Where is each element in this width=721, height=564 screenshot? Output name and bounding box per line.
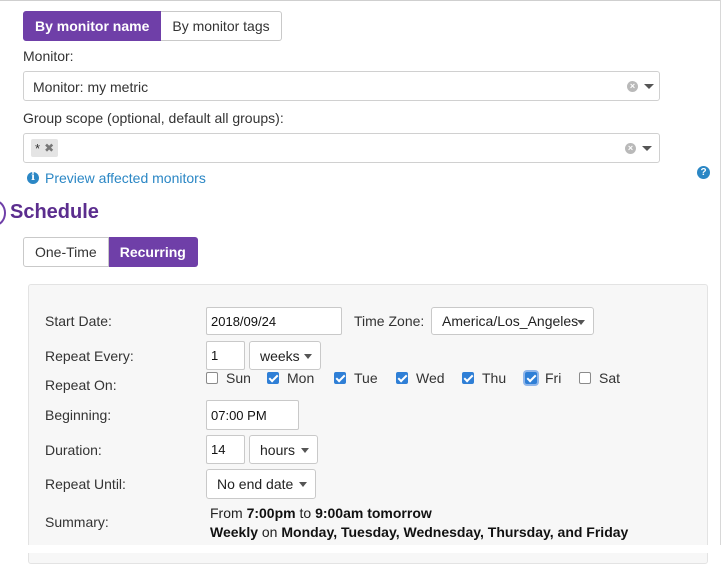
preview-affected-monitors-link[interactable]: i Preview affected monitors (27, 170, 206, 186)
step-number-circle (0, 200, 6, 226)
scope-tag: * ✖ (31, 139, 59, 157)
beginning-label: Beginning: (45, 407, 112, 423)
monitor-select-value: Monitor: my metric (33, 79, 149, 95)
wed-checkbox[interactable] (396, 372, 408, 384)
repeat-every-input[interactable]: 1 (206, 341, 245, 370)
chevron-down-icon[interactable] (642, 146, 652, 151)
summary-to: to (299, 505, 312, 521)
chevron-down-icon (304, 354, 312, 359)
bottom-edge (0, 545, 721, 553)
repeat-unit-select[interactable]: weeks (249, 341, 321, 370)
remove-tag-icon[interactable]: ✖ (44, 141, 54, 155)
day-sat[interactable]: Sat (579, 370, 620, 386)
by-monitor-tags-button[interactable]: By monitor tags (161, 11, 282, 41)
day-label: Tue (354, 370, 378, 386)
monitor-mode-toggle: By monitor name By monitor tags (23, 11, 282, 41)
summary-on: on (261, 524, 278, 540)
repeat-every-label: Repeat Every: (45, 348, 134, 364)
info-icon: i (27, 172, 39, 184)
day-label: Sat (599, 370, 621, 386)
day-label: Fri (545, 370, 562, 386)
repeat-until-label: Repeat Until: (45, 476, 126, 492)
start-date-input[interactable]: 2018/09/24 (206, 307, 342, 335)
schedule-type-toggle: One-Time Recurring (23, 237, 198, 267)
day-label: Wed (416, 370, 445, 386)
summary-line-time: From 7:00pm to 9:00am tomorrow (210, 504, 628, 523)
chevron-down-icon[interactable] (644, 84, 654, 89)
recurring-button[interactable]: Recurring (108, 237, 198, 267)
monitor-label: Monitor: (23, 48, 74, 64)
group-scope-label: Group scope (optional, default all group… (23, 110, 284, 126)
start-date-label: Start Date: (45, 313, 112, 329)
day-label: Thu (482, 370, 507, 386)
scope-tag-label: * (35, 140, 41, 156)
repeat-on-label: Repeat On: (45, 377, 117, 393)
duration-input[interactable]: 14 (206, 435, 245, 464)
thu-checkbox[interactable] (462, 372, 474, 384)
mon-checkbox[interactable] (267, 372, 279, 384)
top-divider (0, 0, 721, 1)
day-wed[interactable]: Wed (396, 370, 445, 386)
repeat-unit-value: weeks (260, 347, 300, 364)
one-time-button[interactable]: One-Time (23, 237, 109, 267)
sat-checkbox[interactable] (579, 372, 591, 384)
summary-from: From (210, 505, 243, 521)
time-zone-value: America/Los_Angeles (442, 313, 579, 329)
tue-checkbox[interactable] (334, 372, 346, 384)
chevron-down-icon (301, 448, 309, 453)
beginning-time-input[interactable]: 07:00 PM (206, 400, 299, 430)
day-fri[interactable]: Fri (525, 370, 561, 386)
repeat-until-select[interactable]: No end date (206, 469, 316, 499)
schedule-title: Schedule (10, 201, 99, 223)
day-tue[interactable]: Tue (334, 370, 378, 386)
preview-label: Preview affected monitors (45, 170, 206, 186)
day-label: Sun (226, 370, 251, 386)
group-scope-select[interactable]: * ✖ × (23, 133, 660, 163)
summary-days: Monday, Tuesday, Wednesday, Thursday, an… (281, 524, 629, 540)
duration-unit-value: hours (260, 441, 296, 458)
time-zone-label: Time Zone: (354, 313, 425, 329)
summary-line-days: Weekly on Monday, Tuesday, Wednesday, Th… (210, 523, 628, 542)
day-mon[interactable]: Mon (267, 370, 314, 386)
summary-end-time: 9:00am tomorrow (315, 505, 432, 521)
repeat-until-value: No end date (217, 476, 294, 492)
clear-icon[interactable]: × (625, 143, 636, 154)
summary-text: From 7:00pm to 9:00am tomorrow Weekly on… (210, 504, 628, 542)
summary-frequency: Weekly (210, 524, 258, 540)
chevron-down-icon (299, 482, 307, 487)
day-label: Mon (287, 370, 315, 386)
time-zone-select[interactable]: America/Los_Angeles (431, 307, 594, 335)
day-thu[interactable]: Thu (462, 370, 506, 386)
duration-label: Duration: (45, 442, 102, 458)
summary-start-time: 7:00pm (246, 505, 296, 521)
help-icon[interactable]: ? (697, 166, 710, 179)
by-monitor-name-button[interactable]: By monitor name (23, 11, 162, 41)
sun-checkbox[interactable] (206, 372, 218, 384)
duration-unit-select[interactable]: hours (249, 435, 318, 464)
day-sun[interactable]: Sun (206, 370, 251, 386)
clear-icon[interactable]: × (627, 81, 638, 92)
summary-label: Summary: (45, 514, 109, 530)
chevron-down-icon (577, 320, 585, 325)
fri-checkbox[interactable] (525, 372, 537, 384)
monitor-select[interactable]: Monitor: my metric × (23, 71, 660, 101)
